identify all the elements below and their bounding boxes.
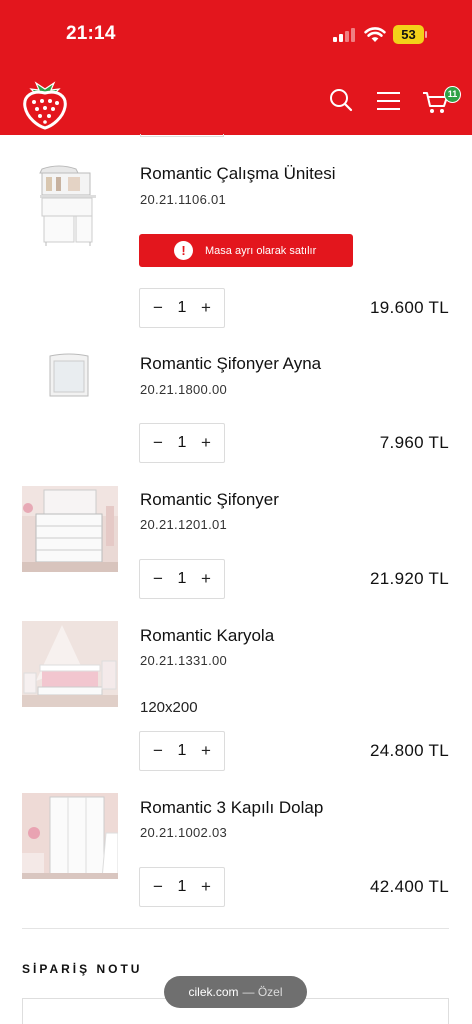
battery-level: 53 — [393, 25, 424, 44]
product-price: 42.400 TL — [370, 877, 449, 896]
increase-quantity-button[interactable]: + — [198, 741, 214, 761]
product-variant-size: 120x200 — [140, 699, 198, 716]
product-price: 24.800 TL — [370, 741, 449, 760]
product-sku: 20.21.1002.03 — [140, 825, 228, 840]
menu-icon[interactable] — [376, 91, 401, 111]
wifi-icon — [364, 27, 386, 42]
decrease-quantity-button[interactable]: − — [150, 741, 166, 761]
search-icon[interactable] — [329, 88, 353, 112]
quantity-stepper: − 1 + — [139, 288, 225, 328]
status-time: 21:14 — [66, 23, 116, 44]
product-price: 19.600 TL — [370, 298, 449, 317]
quantity-stepper: − 1 + — [139, 423, 225, 463]
product-sku: 20.21.1331.00 — [140, 653, 228, 668]
cart-count-badge: 11 — [444, 86, 461, 103]
quantity-stepper: − 1 + — [139, 867, 225, 907]
exclamation-icon: ! — [174, 241, 193, 260]
decrease-quantity-button[interactable]: − — [150, 433, 166, 453]
section-divider — [22, 928, 449, 929]
product-price: 7.960 TL — [379, 433, 449, 452]
increase-quantity-button[interactable]: + — [198, 877, 214, 897]
product-price: 21.920 TL — [370, 569, 449, 588]
quantity-value[interactable]: 1 — [178, 434, 187, 452]
increase-quantity-button[interactable]: + — [198, 569, 214, 589]
quantity-value[interactable]: 1 — [178, 299, 187, 317]
product-name[interactable]: Romantic Şifonyer — [140, 490, 279, 510]
quantity-value[interactable]: 1 — [178, 878, 187, 896]
product-name[interactable]: Romantic Şifonyer Ayna — [140, 354, 321, 374]
product-image-wardrobe[interactable] — [22, 793, 118, 879]
top-bar: 21:14 53 11 — [0, 0, 472, 135]
previous-item-quantity-edge — [140, 134, 224, 137]
status-bar: 21:14 53 — [0, 0, 472, 70]
quantity-value[interactable]: 1 — [178, 570, 187, 588]
cellular-signal-icon — [333, 28, 357, 42]
notice-text: Masa ayrı olarak satılır — [205, 244, 317, 257]
product-image-dresser-mirror[interactable] — [22, 352, 96, 400]
increase-quantity-button[interactable]: + — [198, 433, 214, 453]
order-note-title: SİPARİŞ NOTU — [22, 962, 143, 976]
product-name[interactable]: Romantic Karyola — [140, 626, 274, 646]
product-sku: 20.21.1201.01 — [140, 517, 228, 532]
browser-private-mode: — Özel — [242, 985, 283, 999]
battery-icon: 53 — [393, 25, 427, 44]
browser-host: cilek.com — [188, 985, 239, 999]
decrease-quantity-button[interactable]: − — [150, 298, 166, 318]
increase-quantity-button[interactable]: + — [198, 298, 214, 318]
quantity-value[interactable]: 1 — [178, 742, 187, 760]
product-name[interactable]: Romantic Çalışma Ünitesi — [140, 164, 336, 184]
sold-separately-notice: ! Masa ayrı olarak satılır — [139, 234, 353, 267]
strawberry-logo[interactable] — [22, 74, 68, 130]
product-image-study-unit[interactable] — [22, 163, 96, 247]
browser-url-pill[interactable]: cilek.com — Özel — [164, 976, 307, 1008]
product-sku: 20.21.1106.01 — [140, 192, 227, 207]
product-image-bed[interactable] — [22, 621, 118, 707]
product-sku: 20.21.1800.00 — [140, 382, 228, 397]
product-name[interactable]: Romantic 3 Kapılı Dolap — [140, 798, 323, 818]
quantity-stepper: − 1 + — [139, 559, 225, 599]
decrease-quantity-button[interactable]: − — [150, 569, 166, 589]
quantity-stepper: − 1 + — [139, 731, 225, 771]
decrease-quantity-button[interactable]: − — [150, 877, 166, 897]
product-image-dresser[interactable] — [22, 486, 118, 572]
